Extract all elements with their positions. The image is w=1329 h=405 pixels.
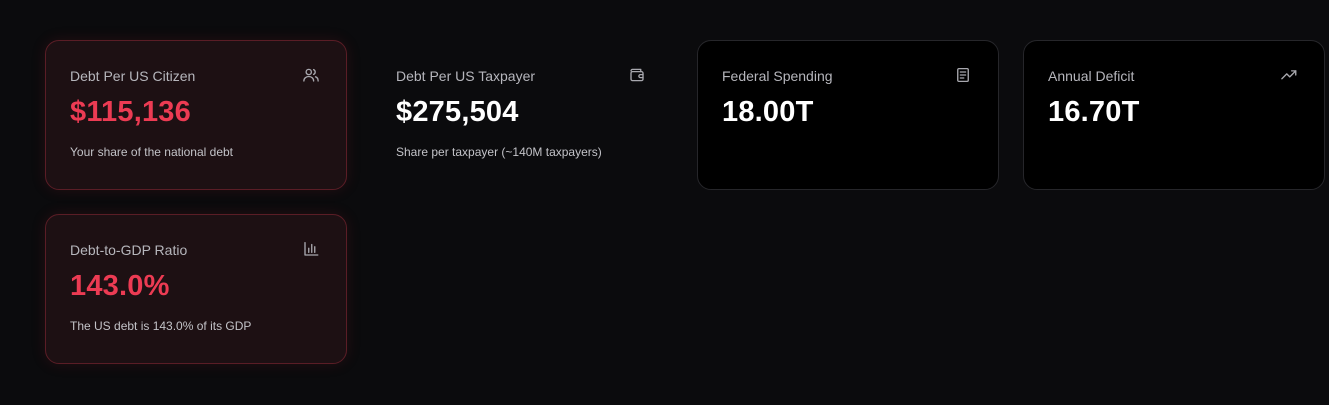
card-value: $275,504	[396, 96, 519, 128]
stat-card-debt-per-taxpayer: Debt Per US Taxpayer $275,504 Share per …	[371, 40, 673, 190]
stat-card-debt-to-gdp: Debt-to-GDP Ratio 143.0% The US debt is …	[45, 214, 347, 364]
card-subtitle: Your share of the national debt	[70, 145, 234, 159]
card-title: Federal Spending	[722, 68, 833, 84]
card-value: 18.00T	[722, 96, 814, 128]
card-title: Annual Deficit	[1048, 68, 1135, 84]
card-subtitle: The US debt is 143.0% of its GDP	[70, 319, 252, 333]
card-value: 143.0%	[70, 270, 170, 302]
card-subtitle: Share per taxpayer (~140M taxpayers)	[396, 145, 602, 159]
card-title: Debt-to-GDP Ratio	[70, 242, 188, 258]
stat-card-annual-deficit: Annual Deficit 16.70T	[1023, 40, 1325, 190]
stat-card-debt-per-citizen: Debt Per US Citizen $115,136 Your share …	[45, 40, 347, 190]
trending-up-icon	[1280, 66, 1298, 84]
card-value: 16.70T	[1048, 96, 1140, 128]
wallet-icon	[628, 66, 646, 84]
stat-card-federal-spending: Federal Spending 18.00T	[697, 40, 999, 190]
card-title: Debt Per US Taxpayer	[396, 68, 536, 84]
card-value: $115,136	[70, 96, 191, 128]
card-title: Debt Per US Citizen	[70, 68, 196, 84]
bar-chart-icon	[302, 240, 320, 258]
users-icon	[302, 66, 320, 84]
document-icon	[954, 66, 972, 84]
